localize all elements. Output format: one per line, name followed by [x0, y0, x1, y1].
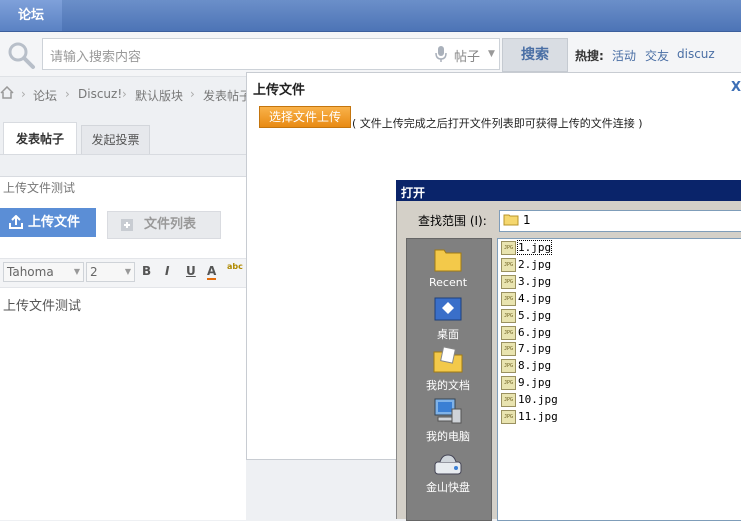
upload-file-button[interactable]: 上传文件	[0, 208, 96, 237]
jpg-file-icon: JPG	[501, 257, 516, 272]
place-kuaipan[interactable]: 金山快盘	[406, 479, 490, 495]
file-name: 7.jpg	[518, 342, 552, 356]
upload-dialog-title: 上传文件	[253, 83, 306, 98]
jpg-file-icon: JPG	[501, 410, 516, 424]
font-family-select[interactable]: Tahoma ▼	[3, 262, 84, 282]
jpg-file-icon: JPG	[501, 274, 516, 289]
open-dialog-title: 打开	[401, 186, 426, 200]
bold-button[interactable]: B	[142, 264, 151, 278]
file-list-button[interactable]: 文件列表	[107, 211, 221, 239]
look-in-label: 查找范围 (I):	[418, 214, 487, 228]
file-list-icon	[121, 219, 133, 231]
file-name: 10.jpg	[518, 393, 558, 407]
breadcrumb-forum[interactable]: 论坛	[33, 87, 57, 104]
upload-icon	[9, 215, 23, 229]
breadcrumb-board[interactable]: 默认版块	[135, 87, 183, 104]
file-item[interactable]: JPG 6.jpg	[501, 325, 552, 341]
file-name: 2.jpg	[518, 257, 552, 271]
file-list-label: 文件列表	[144, 217, 197, 232]
choose-file-upload-button[interactable]: 选择文件上传	[259, 106, 351, 128]
file-name: 5.jpg	[518, 308, 552, 322]
file-item[interactable]: JPG 9.jpg	[501, 376, 551, 391]
close-icon[interactable]: X	[731, 80, 741, 95]
file-name: 11.jpg	[518, 410, 558, 423]
hot-link-activity[interactable]: 活动	[612, 47, 636, 64]
file-name: 3.jpg	[518, 274, 552, 288]
file-item[interactable]: JPG 1.jpg	[501, 240, 553, 256]
desktop-icon[interactable]	[432, 296, 464, 324]
chevron-down-icon: ▼	[73, 267, 80, 276]
subject-field[interactable]: 上传文件测试	[3, 179, 75, 196]
home-icon[interactable]	[0, 86, 14, 99]
file-name: 4.jpg	[518, 291, 552, 305]
look-in-value: 1	[523, 213, 531, 227]
jpg-file-icon: JPG	[501, 359, 516, 374]
microphone-icon[interactable]	[434, 45, 448, 63]
breadcrumb-separator: ›	[122, 87, 127, 101]
editor-content[interactable]: 上传文件测试	[3, 295, 81, 314]
hot-search-label: 热搜:	[575, 49, 604, 63]
jpg-file-icon: JPG	[501, 393, 516, 408]
jpg-file-icon: JPG	[501, 325, 516, 340]
file-item[interactable]: JPG 10.jpg	[501, 393, 558, 408]
file-item[interactable]: JPG 3.jpg	[501, 274, 552, 290]
spellcheck-button[interactable]: abc	[227, 262, 243, 271]
breadcrumb-separator: ›	[65, 87, 70, 101]
tab-post-thread[interactable]: 发表帖子	[3, 122, 77, 155]
file-item[interactable]: JPG 2.jpg	[501, 257, 552, 273]
open-dialog-titlebar[interactable]	[396, 180, 741, 201]
font-family-value: Tahoma	[7, 265, 54, 279]
upload-hint-text: ( 文件上传完成之后打开文件列表即可获得上传的文件连接 )	[352, 117, 643, 130]
tab-start-poll[interactable]: 发起投票	[81, 125, 150, 155]
breadcrumb-separator: ›	[190, 87, 195, 101]
font-size-value: 2	[90, 265, 98, 279]
tab-divider	[0, 154, 246, 155]
hot-link-friends[interactable]: 交友	[645, 47, 669, 64]
underline-button[interactable]: U	[186, 264, 196, 278]
place-my-computer[interactable]: 我的电脑	[406, 428, 490, 444]
breadcrumb-separator: ›	[21, 87, 26, 101]
file-item[interactable]: JPG 7.jpg	[501, 342, 551, 357]
search-type-select[interactable]: 帖子	[454, 46, 480, 65]
font-size-select[interactable]: 2 ▼	[86, 262, 135, 282]
file-item[interactable]: JPG 8.jpg	[501, 359, 551, 374]
file-item[interactable]: JPG 4.jpg	[501, 291, 552, 307]
search-input[interactable]: 请输入搜索内容	[50, 46, 141, 65]
jpg-file-icon: JPG	[501, 342, 516, 357]
hot-link-discuz[interactable]: discuz	[677, 47, 715, 61]
upload-file-label: 上传文件	[28, 215, 81, 230]
chevron-down-icon: ▼	[124, 267, 131, 276]
place-desktop[interactable]: 桌面	[406, 326, 490, 342]
jpg-file-icon: JPG	[501, 241, 516, 255]
breadcrumb-current: 发表帖子	[203, 89, 252, 103]
file-item[interactable]: JPG 11.jpg	[501, 410, 558, 425]
my-computer-icon[interactable]	[432, 397, 464, 425]
file-name: 9.jpg	[518, 376, 552, 390]
file-item[interactable]: JPG 5.jpg	[501, 308, 552, 324]
font-color-button[interactable]: A	[207, 264, 217, 280]
file-name: 8.jpg	[518, 359, 552, 373]
place-recent[interactable]: Recent	[406, 276, 490, 289]
file-name: 6.jpg	[518, 325, 552, 339]
my-documents-icon[interactable]	[432, 346, 464, 374]
folder-icon	[503, 214, 519, 226]
look-in-select[interactable]	[499, 210, 741, 232]
chevron-down-icon[interactable]: ▼	[488, 46, 495, 62]
search-icon	[8, 42, 35, 69]
jpg-file-icon: JPG	[501, 291, 516, 306]
recent-folder-icon[interactable]	[433, 245, 463, 273]
jpg-file-icon: JPG	[501, 376, 516, 391]
breadcrumb-discuz[interactable]: Discuz!	[78, 87, 122, 101]
top-nav-bar	[0, 0, 741, 32]
place-my-documents[interactable]: 我的文档	[406, 377, 490, 393]
nav-tab-forum[interactable]: 论坛	[0, 0, 62, 31]
jpg-file-icon: JPG	[501, 308, 516, 323]
search-button[interactable]: 搜索	[502, 38, 568, 72]
italic-button[interactable]: I	[165, 264, 169, 278]
file-name: 1.jpg	[516, 240, 553, 255]
cloud-drive-icon[interactable]	[432, 452, 464, 478]
